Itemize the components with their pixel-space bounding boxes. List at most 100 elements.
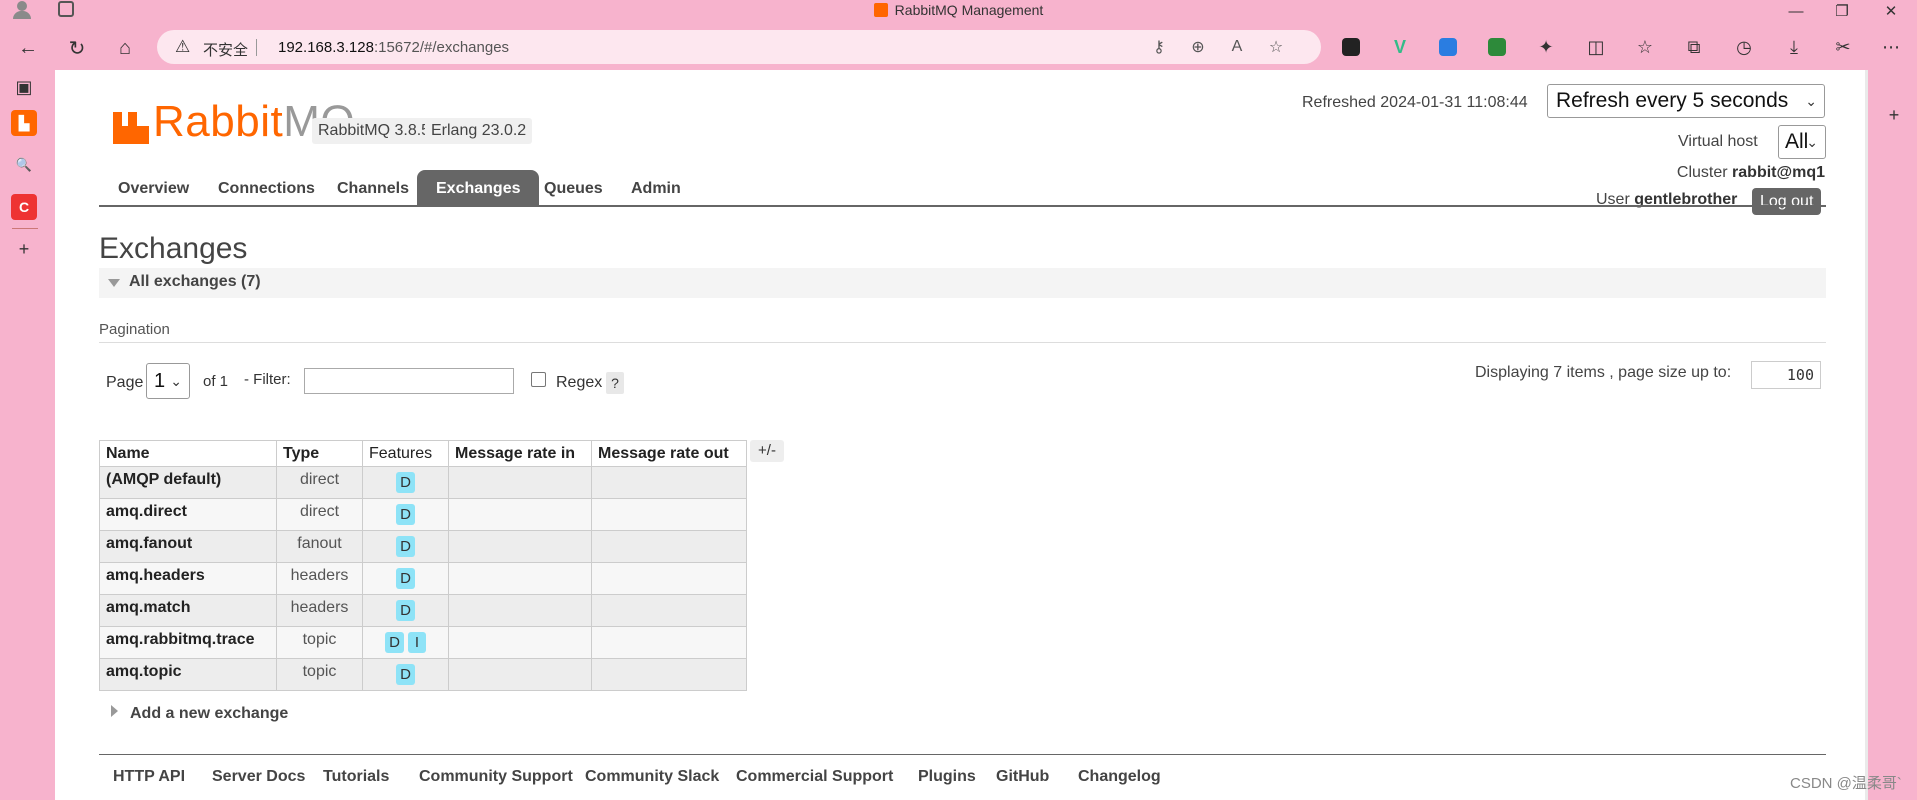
- reload-icon[interactable]: ↻: [61, 32, 93, 64]
- exchange-name-link[interactable]: amq.match: [99, 594, 277, 627]
- footer-link-server-docs[interactable]: Server Docs: [212, 768, 305, 786]
- tab-overview[interactable]: Overview: [99, 170, 208, 207]
- exchanges-table: Name Type Features Message rate in Messa…: [99, 440, 747, 691]
- chevron-down-icon: ⌄: [1806, 134, 1818, 150]
- feature-internal-badge[interactable]: I: [407, 632, 426, 653]
- column-type[interactable]: Type: [276, 440, 363, 467]
- footer-link-community-support[interactable]: Community Support: [419, 768, 573, 786]
- exchange-name-link[interactable]: amq.topic: [99, 658, 277, 691]
- collections-icon[interactable]: ⧉: [1680, 33, 1708, 61]
- warning-icon[interactable]: ⚠: [175, 37, 190, 57]
- favorites-icon[interactable]: ☆: [1631, 33, 1659, 61]
- footer-link-http-api[interactable]: HTTP API: [113, 768, 185, 786]
- feature-durable-badge[interactable]: D: [396, 504, 415, 525]
- new-tab-icon[interactable]: +: [11, 236, 37, 262]
- refresh-interval-select[interactable]: Refresh every 5 seconds ⌄: [1547, 84, 1825, 118]
- regex-help-button[interactable]: ?: [606, 372, 624, 394]
- footer-link-github[interactable]: GitHub: [996, 768, 1049, 786]
- zoom-icon[interactable]: ⊕: [1186, 36, 1210, 58]
- page-size-input[interactable]: 100: [1751, 361, 1821, 389]
- back-icon[interactable]: ←: [12, 32, 44, 64]
- cluster-name: rabbit@mq1: [1732, 164, 1825, 181]
- column-rate-in: Message rate in: [448, 440, 592, 467]
- vhost-select[interactable]: All ⌄: [1778, 125, 1826, 159]
- split-screen-icon[interactable]: ◫: [1582, 33, 1610, 61]
- exchange-name-link[interactable]: amq.rabbitmq.trace: [99, 626, 277, 659]
- table-header-row: Name Type Features Message rate in Messa…: [99, 440, 747, 467]
- rate-out: [591, 658, 747, 691]
- footer-link-tutorials[interactable]: Tutorials: [323, 768, 389, 786]
- feature-durable-badge[interactable]: D: [396, 472, 415, 493]
- refreshed-timestamp: Refreshed 2024-01-31 11:08:44: [1302, 94, 1528, 111]
- browser-titlebar: RabbitMQ Management — ❐ ✕: [0, 0, 1917, 22]
- minimize-icon[interactable]: —: [1776, 0, 1816, 22]
- tab-exchanges[interactable]: Exchanges: [417, 170, 540, 207]
- footer-divider: [99, 754, 1826, 755]
- logo-text: Rabbit: [153, 97, 284, 146]
- regex-label: Regex: [556, 374, 603, 391]
- page-title: Exchanges: [99, 232, 248, 265]
- table-row: amq.headers headers D: [99, 562, 747, 595]
- feature-durable-badge[interactable]: D: [396, 536, 415, 557]
- csdn-tab-icon[interactable]: C: [11, 194, 37, 220]
- extensions-icon[interactable]: ✦: [1532, 33, 1560, 61]
- rate-in: [448, 626, 592, 659]
- read-aloud-icon[interactable]: A: [1225, 36, 1249, 58]
- close-icon[interactable]: ✕: [1871, 0, 1911, 22]
- columns-toggle-button[interactable]: +/-: [750, 440, 784, 462]
- tab-connections[interactable]: Connections: [199, 170, 334, 207]
- tab-admin[interactable]: Admin: [612, 170, 700, 207]
- url-text[interactable]: 192.168.3.128:15672/#/exchanges: [278, 39, 509, 56]
- more-icon[interactable]: ⋯: [1877, 33, 1905, 61]
- extension-1-icon[interactable]: [1337, 33, 1365, 61]
- rabbitmq-version: RabbitMQ 3.8.5: [312, 118, 437, 144]
- feature-durable-badge[interactable]: D: [396, 664, 415, 685]
- downloads-icon[interactable]: ⤓: [1780, 33, 1808, 61]
- tab-queues[interactable]: Queues: [525, 170, 622, 207]
- footer-link-plugins[interactable]: Plugins: [918, 768, 976, 786]
- exchange-name-link[interactable]: (AMQP default): [99, 466, 277, 499]
- all-exchanges-toggle[interactable]: All exchanges (7): [99, 268, 1826, 298]
- logout-button[interactable]: Log out: [1752, 188, 1822, 215]
- rate-in: [448, 530, 592, 563]
- extension-translate-icon[interactable]: [1434, 33, 1462, 61]
- exchange-features: D: [362, 594, 449, 627]
- exchange-type: headers: [276, 562, 363, 595]
- exchange-name-link[interactable]: amq.headers: [99, 562, 277, 595]
- search-tab-icon[interactable]: 🔍: [11, 152, 37, 178]
- key-icon[interactable]: ⚷: [1147, 36, 1171, 58]
- footer-link-changelog[interactable]: Changelog: [1078, 768, 1161, 786]
- sidebar-add-icon[interactable]: +: [1881, 102, 1907, 128]
- exchange-features: D: [362, 658, 449, 691]
- column-name[interactable]: Name: [99, 440, 277, 467]
- rabbitmq-tab-icon[interactable]: ▙: [11, 110, 37, 136]
- history-icon[interactable]: ◷: [1730, 33, 1758, 61]
- extension-vue-icon[interactable]: V: [1386, 33, 1414, 61]
- pagination-divider: [99, 342, 1826, 343]
- exchange-type: direct: [276, 466, 363, 499]
- home-icon[interactable]: ⌂: [109, 32, 141, 64]
- insecure-label[interactable]: 不安全: [203, 39, 248, 60]
- screenshot-icon[interactable]: ✂: [1829, 33, 1857, 61]
- footer-link-commercial-support[interactable]: Commercial Support: [736, 768, 893, 786]
- restore-icon[interactable]: ❐: [1822, 0, 1862, 22]
- feature-durable-badge[interactable]: D: [396, 600, 415, 621]
- rate-out: [591, 466, 747, 499]
- page-select[interactable]: 1 ⌄: [146, 363, 190, 399]
- feature-durable-badge[interactable]: D: [396, 568, 415, 589]
- address-bar[interactable]: ⚠ 不安全 192.168.3.128:15672/#/exchanges ⚷ …: [157, 30, 1321, 64]
- extension-download-icon[interactable]: [1483, 33, 1511, 61]
- vertical-tabs-icon[interactable]: ▣: [11, 74, 37, 100]
- regex-checkbox[interactable]: [531, 372, 546, 387]
- add-exchange-toggle[interactable]: Add a new exchange: [99, 705, 288, 723]
- favorite-star-icon[interactable]: ☆: [1264, 36, 1288, 58]
- footer-link-community-slack[interactable]: Community Slack: [585, 768, 719, 786]
- scrollbar[interactable]: [1865, 70, 1868, 800]
- page-content: RabbitMQ TM RabbitMQ 3.8.5 Erlang 23.0.2…: [55, 70, 1868, 800]
- tab-channels[interactable]: Channels: [318, 170, 428, 207]
- feature-durable-badge[interactable]: D: [385, 632, 404, 653]
- exchange-name-link[interactable]: amq.fanout: [99, 530, 277, 563]
- exchange-name-link[interactable]: amq.direct: [99, 498, 277, 531]
- table-row: amq.match headers D: [99, 594, 747, 627]
- filter-input[interactable]: [304, 368, 514, 394]
